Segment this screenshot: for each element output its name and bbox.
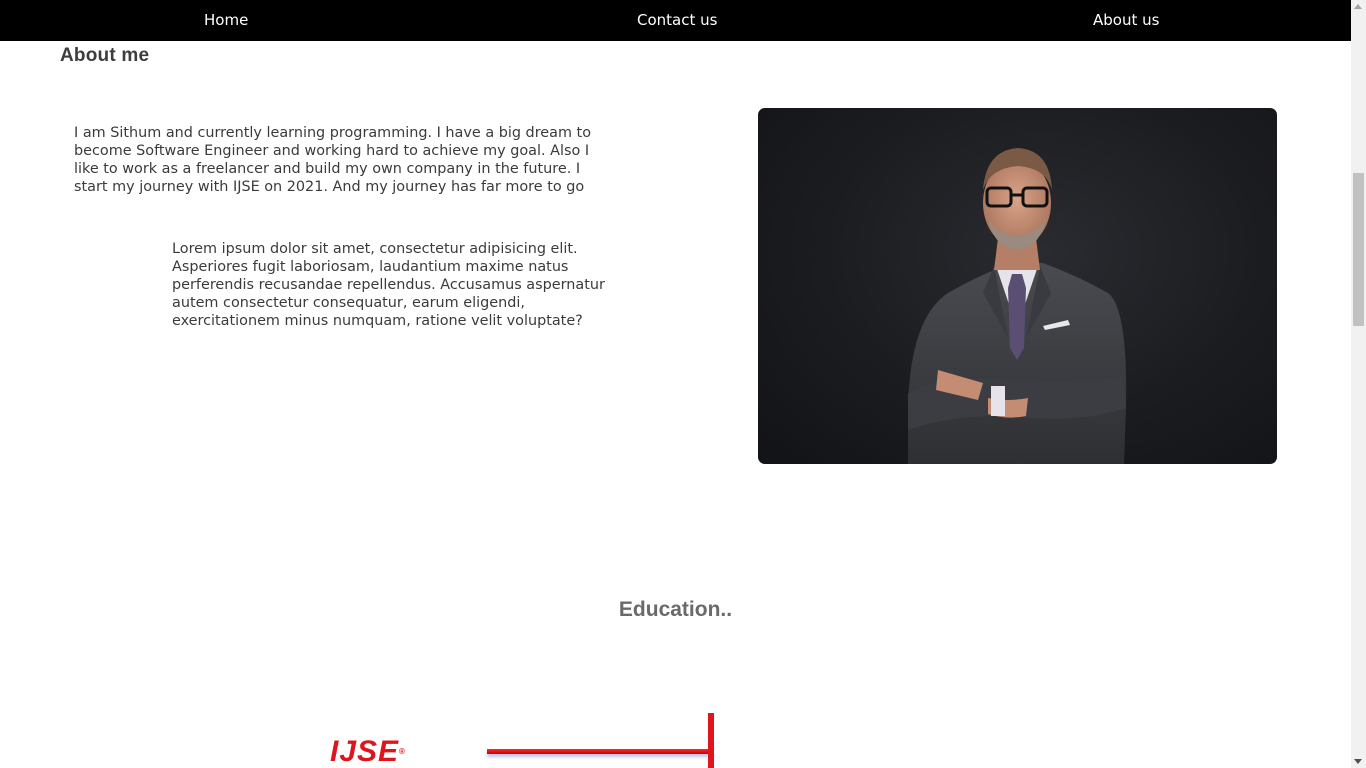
ijse-logo-text: IJSE xyxy=(330,735,400,768)
page-scrollbar[interactable] xyxy=(1351,0,1366,768)
nav-home-link[interactable]: Home xyxy=(204,0,248,41)
timeline-vertical-bar xyxy=(708,713,714,768)
timeline-connector-line xyxy=(487,749,711,754)
top-navbar: Home Contact us About us xyxy=(0,0,1351,41)
nav-about-link[interactable]: About us xyxy=(1093,0,1159,41)
nav-contact-link[interactable]: Contact us xyxy=(637,0,717,41)
about-intro-text: I am Sithum and currently learning progr… xyxy=(74,125,592,195)
scroll-down-arrow-icon[interactable] xyxy=(1354,759,1362,764)
about-lorem-text: Lorem ipsum dolor sit amet, consectetur … xyxy=(172,241,605,329)
scroll-thumb[interactable] xyxy=(1353,173,1364,326)
ijse-logo: IJSE® xyxy=(330,736,406,768)
profile-photo xyxy=(758,108,1277,464)
registered-mark: ® xyxy=(399,747,406,756)
businessman-portrait-image xyxy=(908,148,1127,464)
education-heading: Education.. xyxy=(618,598,733,621)
scroll-up-arrow-icon[interactable] xyxy=(1354,4,1362,9)
about-me-heading: About me xyxy=(60,45,150,66)
